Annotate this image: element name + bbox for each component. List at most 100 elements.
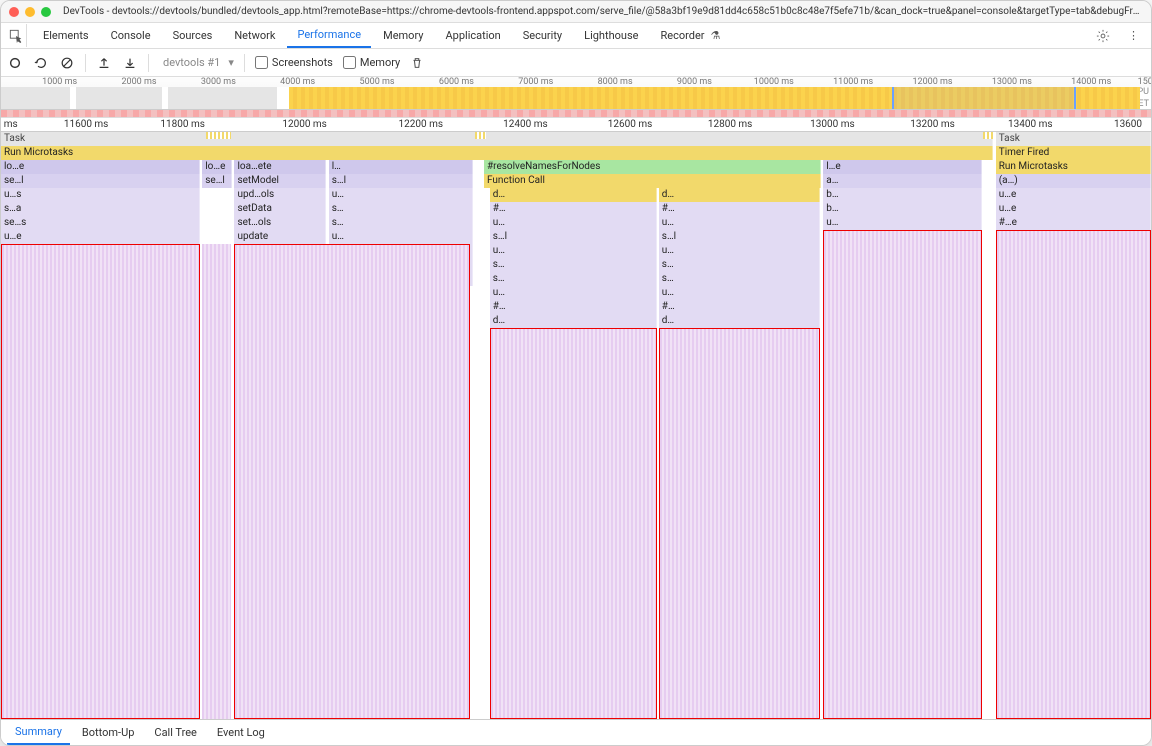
reload-record-button[interactable]: [33, 55, 49, 69]
screenshots-checkbox[interactable]: Screenshots: [255, 56, 333, 69]
window-minimize-button[interactable]: [25, 7, 35, 17]
flame-entry[interactable]: d…: [490, 188, 657, 202]
tab-security[interactable]: Security: [513, 24, 572, 47]
clear-button[interactable]: [59, 55, 75, 69]
flame-entry[interactable]: b…: [823, 188, 982, 202]
flame-entry[interactable]: s…: [659, 272, 820, 286]
tab-lighthouse[interactable]: Lighthouse: [574, 24, 648, 47]
flame-entry[interactable]: Timer Fired: [996, 146, 1151, 160]
window-close-button[interactable]: [9, 7, 19, 17]
flame-entry[interactable]: set…ols: [234, 216, 326, 230]
flame-entry[interactable]: Task: [1, 132, 993, 146]
download-profile-button[interactable]: [122, 55, 138, 69]
tab-performance[interactable]: Performance: [287, 23, 371, 48]
details-tab-call-tree[interactable]: Call Tree: [146, 721, 204, 744]
flame-entry[interactable]: #…: [490, 300, 657, 314]
settings-gear-icon[interactable]: [1088, 24, 1118, 46]
flame-entry[interactable]: setData: [234, 202, 326, 216]
flame-entry[interactable]: u…: [329, 188, 473, 202]
flame-entry[interactable]: u…: [823, 216, 982, 230]
stack-region[interactable]: [202, 244, 231, 719]
flame-entry[interactable]: a…: [823, 174, 982, 188]
flame-entry[interactable]: u…: [659, 216, 820, 230]
flame-entry[interactable]: u…e: [996, 188, 1151, 202]
inspect-element-icon[interactable]: [5, 24, 27, 46]
tab-network[interactable]: Network: [224, 24, 285, 47]
flame-chart[interactable]: TaskTaskRun MicrotasksTimer Firedlo…elo……: [1, 132, 1151, 719]
flame-entry[interactable]: s…l: [329, 174, 473, 188]
ruler-tick: 13200 ms: [910, 119, 955, 130]
upload-profile-button[interactable]: [96, 55, 112, 69]
flame-entry[interactable]: u…: [329, 230, 473, 244]
flame-entry[interactable]: u…s: [1, 188, 200, 202]
flame-entry[interactable]: lo…e: [1, 160, 200, 174]
flame-entry[interactable]: l…: [329, 160, 473, 174]
time-ruler[interactable]: 400 ms11600 ms11800 ms12000 ms12200 ms12…: [1, 118, 1151, 132]
flame-entry[interactable]: update: [234, 230, 326, 244]
tab-application[interactable]: Application: [435, 24, 510, 47]
flame-entry[interactable]: s…l: [490, 230, 657, 244]
flame-entry[interactable]: u…: [659, 244, 820, 258]
highlighted-stack-region[interactable]: [1, 244, 200, 719]
flame-entry[interactable]: #…: [659, 202, 820, 216]
ruler-tick: 12000 ms: [282, 119, 327, 130]
flame-entry[interactable]: upd…ols: [234, 188, 326, 202]
flame-entry[interactable]: Run Microtasks: [996, 160, 1151, 174]
flame-entry[interactable]: #…e: [996, 216, 1151, 230]
flame-entry[interactable]: setModel: [234, 174, 326, 188]
record-button[interactable]: [7, 55, 23, 69]
tab-recorder[interactable]: Recorder: [650, 24, 714, 47]
flame-entry[interactable]: se…l: [202, 174, 232, 188]
flame-entry[interactable]: u…e: [1, 230, 200, 244]
flame-entry[interactable]: Run Microtasks: [1, 146, 993, 160]
flame-entry[interactable]: d…: [659, 314, 820, 328]
flame-entry[interactable]: d…: [659, 188, 820, 202]
tab-sources[interactable]: Sources: [163, 24, 223, 47]
details-tab-summary[interactable]: Summary: [7, 720, 70, 745]
highlighted-stack-region[interactable]: [490, 328, 657, 719]
timeline-overview[interactable]: 1000 ms2000 ms3000 ms4000 ms5000 ms6000 …: [1, 77, 1151, 110]
more-menu-icon[interactable]: ⋮: [1120, 25, 1147, 46]
flame-entry[interactable]: s…: [490, 258, 657, 272]
highlighted-stack-region[interactable]: [996, 230, 1151, 719]
flame-entry[interactable]: se…s: [1, 216, 200, 230]
tab-console[interactable]: Console: [101, 24, 161, 47]
recording-select[interactable]: devtools #1: [159, 54, 224, 71]
overview-selection[interactable]: [892, 87, 1076, 109]
gc-button[interactable]: [410, 55, 424, 69]
tab-memory[interactable]: Memory: [373, 24, 433, 47]
flame-entry[interactable]: #…: [490, 202, 657, 216]
memory-checkbox-input[interactable]: [343, 56, 356, 69]
flame-entry[interactable]: u…e: [996, 202, 1151, 216]
flame-entry[interactable]: u…: [490, 216, 657, 230]
flame-entry[interactable]: d…: [490, 314, 657, 328]
flame-entry[interactable]: #resolveNamesForNodes: [484, 160, 821, 174]
flame-entry[interactable]: #…: [659, 300, 820, 314]
flame-entry[interactable]: s…: [659, 258, 820, 272]
flame-entry[interactable]: u…: [490, 244, 657, 258]
flame-entry[interactable]: loa…ete: [234, 160, 326, 174]
memory-checkbox[interactable]: Memory: [343, 56, 400, 69]
flame-entry[interactable]: s…: [329, 202, 473, 216]
flame-entry[interactable]: s…: [490, 272, 657, 286]
details-tab-bottom-up[interactable]: Bottom-Up: [74, 721, 143, 744]
flame-entry[interactable]: (a…): [996, 174, 1151, 188]
flame-entry[interactable]: s…: [329, 216, 473, 230]
flame-entry[interactable]: se…l: [1, 174, 200, 188]
flame-entry[interactable]: b…: [823, 202, 982, 216]
highlighted-stack-region[interactable]: [823, 230, 982, 719]
flame-entry[interactable]: Function Call: [484, 174, 821, 188]
window-zoom-button[interactable]: [41, 7, 51, 17]
flame-entry[interactable]: l…e: [823, 160, 982, 174]
screenshots-checkbox-input[interactable]: [255, 56, 268, 69]
flame-entry[interactable]: u…: [659, 286, 820, 300]
flame-entry[interactable]: Task: [996, 132, 1151, 146]
flame-entry[interactable]: s…a: [1, 202, 200, 216]
highlighted-stack-region[interactable]: [234, 244, 470, 719]
flame-entry[interactable]: s…l: [659, 230, 820, 244]
flame-entry[interactable]: u…: [490, 286, 657, 300]
tab-elements[interactable]: Elements: [33, 24, 99, 47]
details-tab-event-log[interactable]: Event Log: [209, 721, 273, 744]
flame-entry[interactable]: lo…e: [202, 160, 232, 174]
highlighted-stack-region[interactable]: [659, 328, 820, 719]
